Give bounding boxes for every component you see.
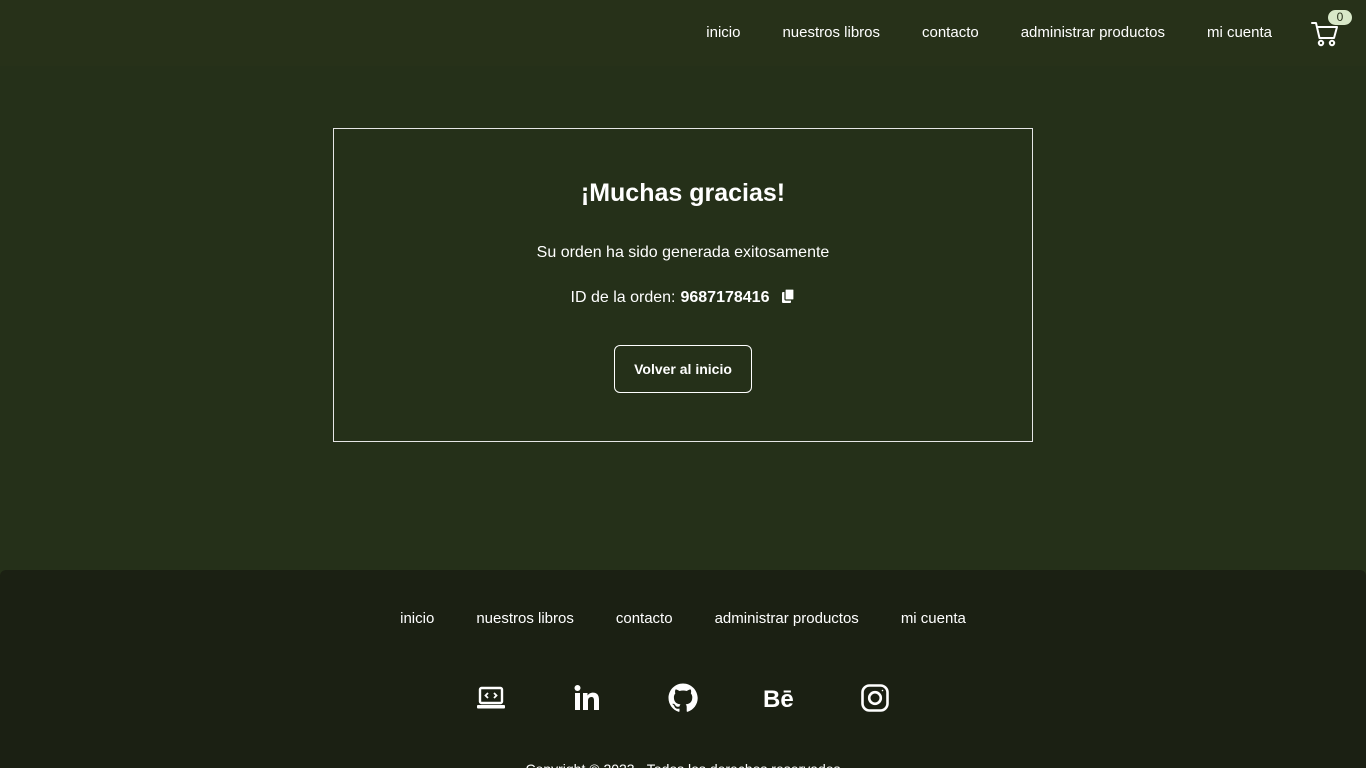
nav-link-inicio[interactable]: inicio: [706, 24, 740, 42]
cart-count-badge: 0: [1328, 10, 1352, 25]
footer-link-mi-cuenta[interactable]: mi cuenta: [901, 610, 966, 628]
order-id-label: ID de la orden:: [570, 289, 676, 306]
footer-link-inicio[interactable]: inicio: [400, 610, 434, 628]
nav-link-mi-cuenta[interactable]: mi cuenta: [1207, 24, 1272, 42]
nav-link-nuestros-libros[interactable]: nuestros libros: [782, 24, 880, 42]
cart-button[interactable]: 0: [1310, 10, 1352, 48]
site-header: inicio nuestros libros contacto administ…: [0, 0, 1366, 66]
footer-link-administrar-productos[interactable]: administrar productos: [715, 610, 859, 628]
cart-icon: [1310, 22, 1340, 52]
copy-icon[interactable]: [781, 288, 796, 304]
github-icon[interactable]: [667, 682, 699, 714]
footer-nav: inicio nuestros libros contacto administ…: [0, 610, 1366, 628]
order-confirmation-card: ¡Muchas gracias! Su orden ha sido genera…: [333, 128, 1033, 442]
confirmation-message: Su orden ha sido generada exitosamente: [536, 244, 830, 261]
footer-link-nuestros-libros[interactable]: nuestros libros: [476, 610, 574, 628]
behance-icon[interactable]: Bē: [763, 682, 795, 714]
main-nav: inicio nuestros libros contacto administ…: [706, 24, 1272, 42]
svg-text:Bē: Bē: [763, 686, 794, 713]
instagram-icon[interactable]: [859, 682, 891, 714]
order-id-value: 9687178416: [680, 289, 770, 306]
site-footer: inicio nuestros libros contacto administ…: [0, 570, 1366, 768]
page: inicio nuestros libros contacto administ…: [0, 0, 1366, 768]
order-id-row: ID de la orden: 9687178416: [334, 288, 1032, 308]
main-content: ¡Muchas gracias! Su orden ha sido genera…: [0, 66, 1366, 570]
footer-link-contacto[interactable]: contacto: [616, 610, 673, 628]
linkedin-icon[interactable]: [571, 682, 603, 714]
nav-link-administrar-productos[interactable]: administrar productos: [1021, 24, 1165, 42]
confirmation-title: ¡Muchas gracias!: [580, 179, 786, 207]
portfolio-icon[interactable]: [475, 682, 507, 714]
nav-link-contacto[interactable]: contacto: [922, 24, 979, 42]
back-to-home-button[interactable]: Volver al inicio: [614, 345, 752, 393]
copyright-text: Copyright © 2023 - Todos los derechos re…: [0, 760, 1366, 768]
social-links: Bē: [0, 682, 1366, 714]
